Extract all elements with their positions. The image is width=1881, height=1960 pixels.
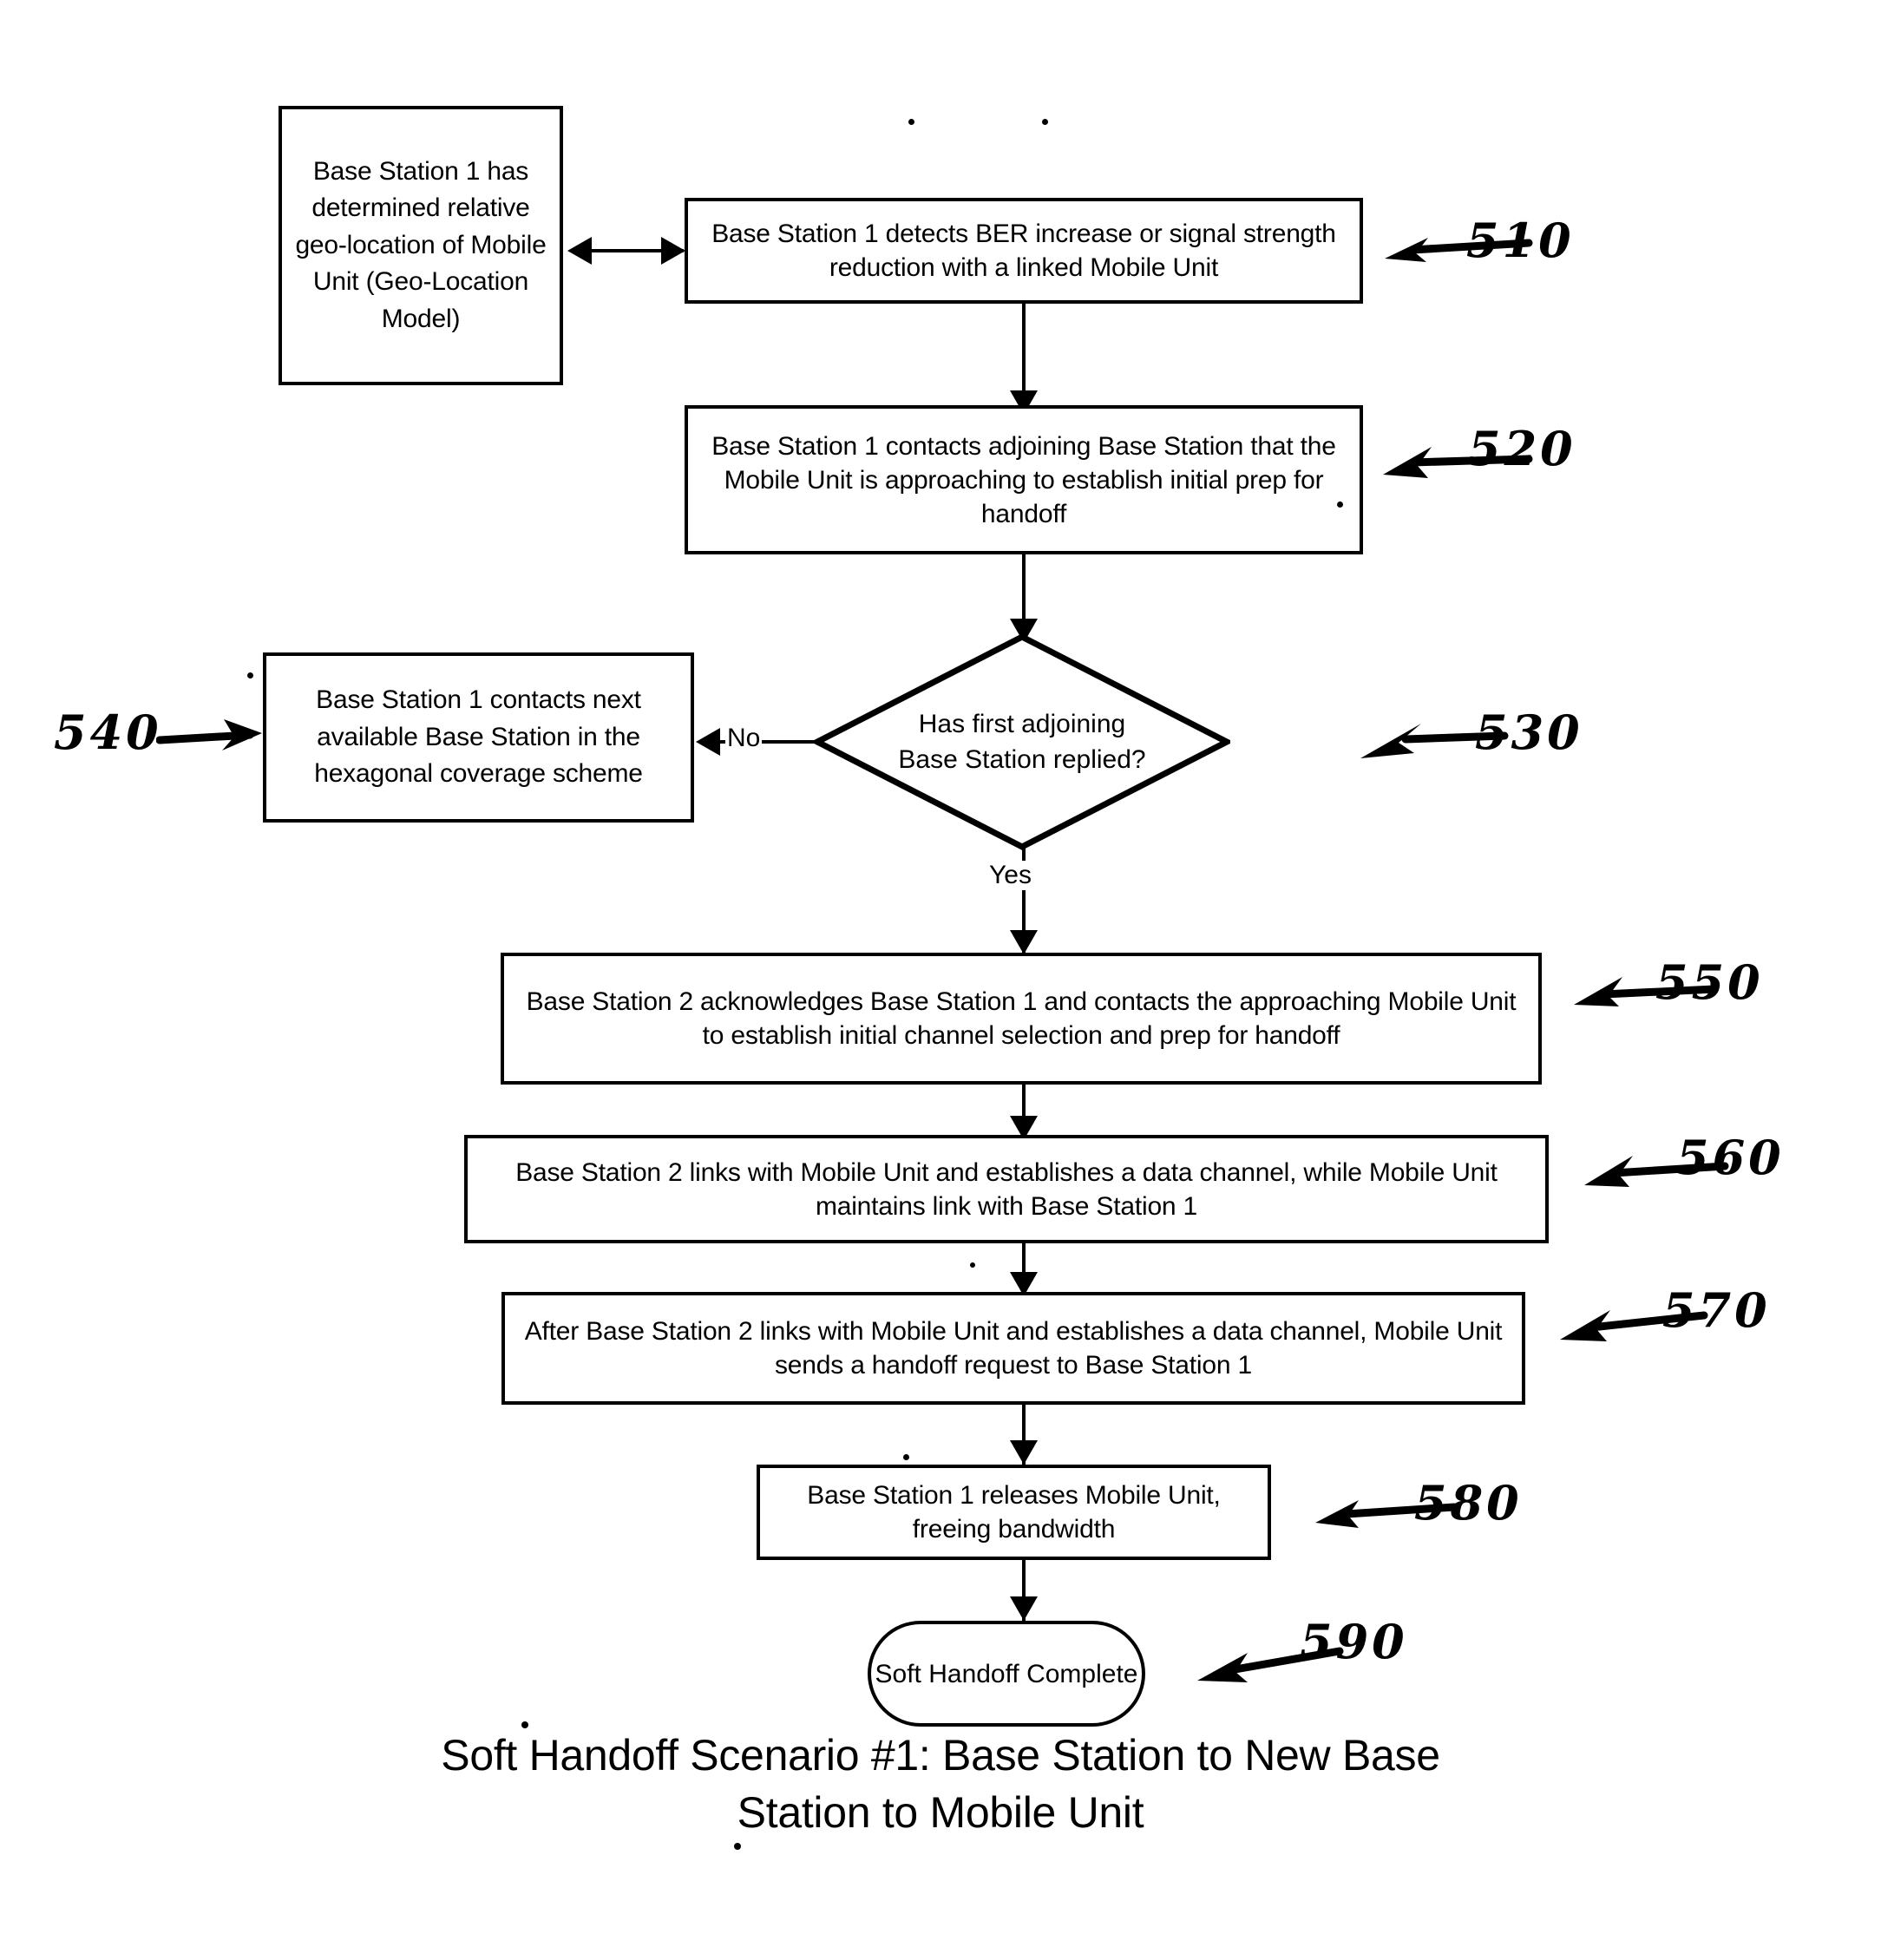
edge-label-no: No [725,724,763,753]
figure-caption-line1: Soft Handoff Scenario #1: Base Station t… [441,1731,1440,1780]
arrowhead-540 [696,728,720,756]
flow-node-text: Base Station 1 releases Mobile Unit, fre… [807,1481,1221,1544]
reference-numeral-520: 520 [1468,421,1576,476]
scan-speck [1042,119,1048,125]
decision-diamond-shape [814,633,1230,850]
flow-node-text: Base Station 1 detects BER increase or s… [711,220,1336,282]
flow-node-text: Base Station 1 contacts next available B… [314,685,643,789]
flow-node-geo-location-model: Base Station 1 has determined relative g… [279,106,563,385]
flow-node-520: Base Station 1 contacts adjoining Base S… [685,405,1363,554]
flow-node-510: Base Station 1 detects BER increase or s… [685,198,1363,304]
arrowhead-right-510 [661,237,685,265]
reference-numeral-560: 560 [1676,1130,1785,1185]
arrowhead-550 [1010,930,1038,954]
flow-node-560: Base Station 2 links with Mobile Unit an… [464,1135,1549,1243]
reference-numeral-590: 590 [1300,1614,1408,1669]
reference-numeral-510: 510 [1466,213,1575,268]
figure-caption-line2: Station to Mobile Unit [737,1788,1144,1837]
flow-node-540: Base Station 1 contacts next available B… [263,652,694,823]
scan-speck [734,1843,741,1850]
reference-numeral-550: 550 [1655,954,1764,1010]
arrowhead-left-geo [567,237,592,265]
flow-node-text: Soft Handoff Complete [875,1659,1138,1688]
flow-node-text: Base Station 1 contacts adjoining Base S… [711,431,1336,528]
scan-speck [908,119,914,125]
figure-caption: Soft Handoff Scenario #1: Base Station t… [333,1727,1548,1841]
flow-node-text: Base Station 1 has determined relative g… [295,156,547,333]
reference-numeral-570: 570 [1662,1282,1771,1338]
scan-speck [903,1454,909,1460]
flow-node-text: Base Station 2 links with Mobile Unit an… [515,1157,1498,1221]
scan-speck [970,1262,975,1268]
flow-node-text: After Base Station 2 links with Mobile U… [524,1317,1503,1380]
reference-numeral-530: 530 [1475,705,1583,760]
scan-speck [247,672,253,678]
patent-figure-page: Base Station 1 has determined relative g… [0,0,1881,1960]
arrowhead-580 [1010,1440,1038,1465]
flow-node-530: Has first adjoining Base Station replied… [814,633,1230,850]
reference-numeral-540: 540 [54,705,162,760]
flow-node-590: Soft Handoff Complete [868,1621,1145,1727]
reference-numeral-580: 580 [1414,1475,1523,1531]
flow-node-570: After Base Station 2 links with Mobile U… [501,1292,1525,1405]
scan-speck [521,1721,528,1728]
callout-arrow-540 [156,707,269,759]
arrowhead-590 [1010,1596,1038,1621]
connector-510-to-520 [1022,304,1026,397]
edge-label-yes: Yes [987,861,1033,890]
scan-speck [1337,501,1343,508]
flow-node-550: Base Station 2 acknowledges Base Station… [501,953,1542,1085]
flow-node-580: Base Station 1 releases Mobile Unit, fre… [757,1465,1271,1560]
flow-node-text: Base Station 2 acknowledges Base Station… [526,987,1517,1050]
